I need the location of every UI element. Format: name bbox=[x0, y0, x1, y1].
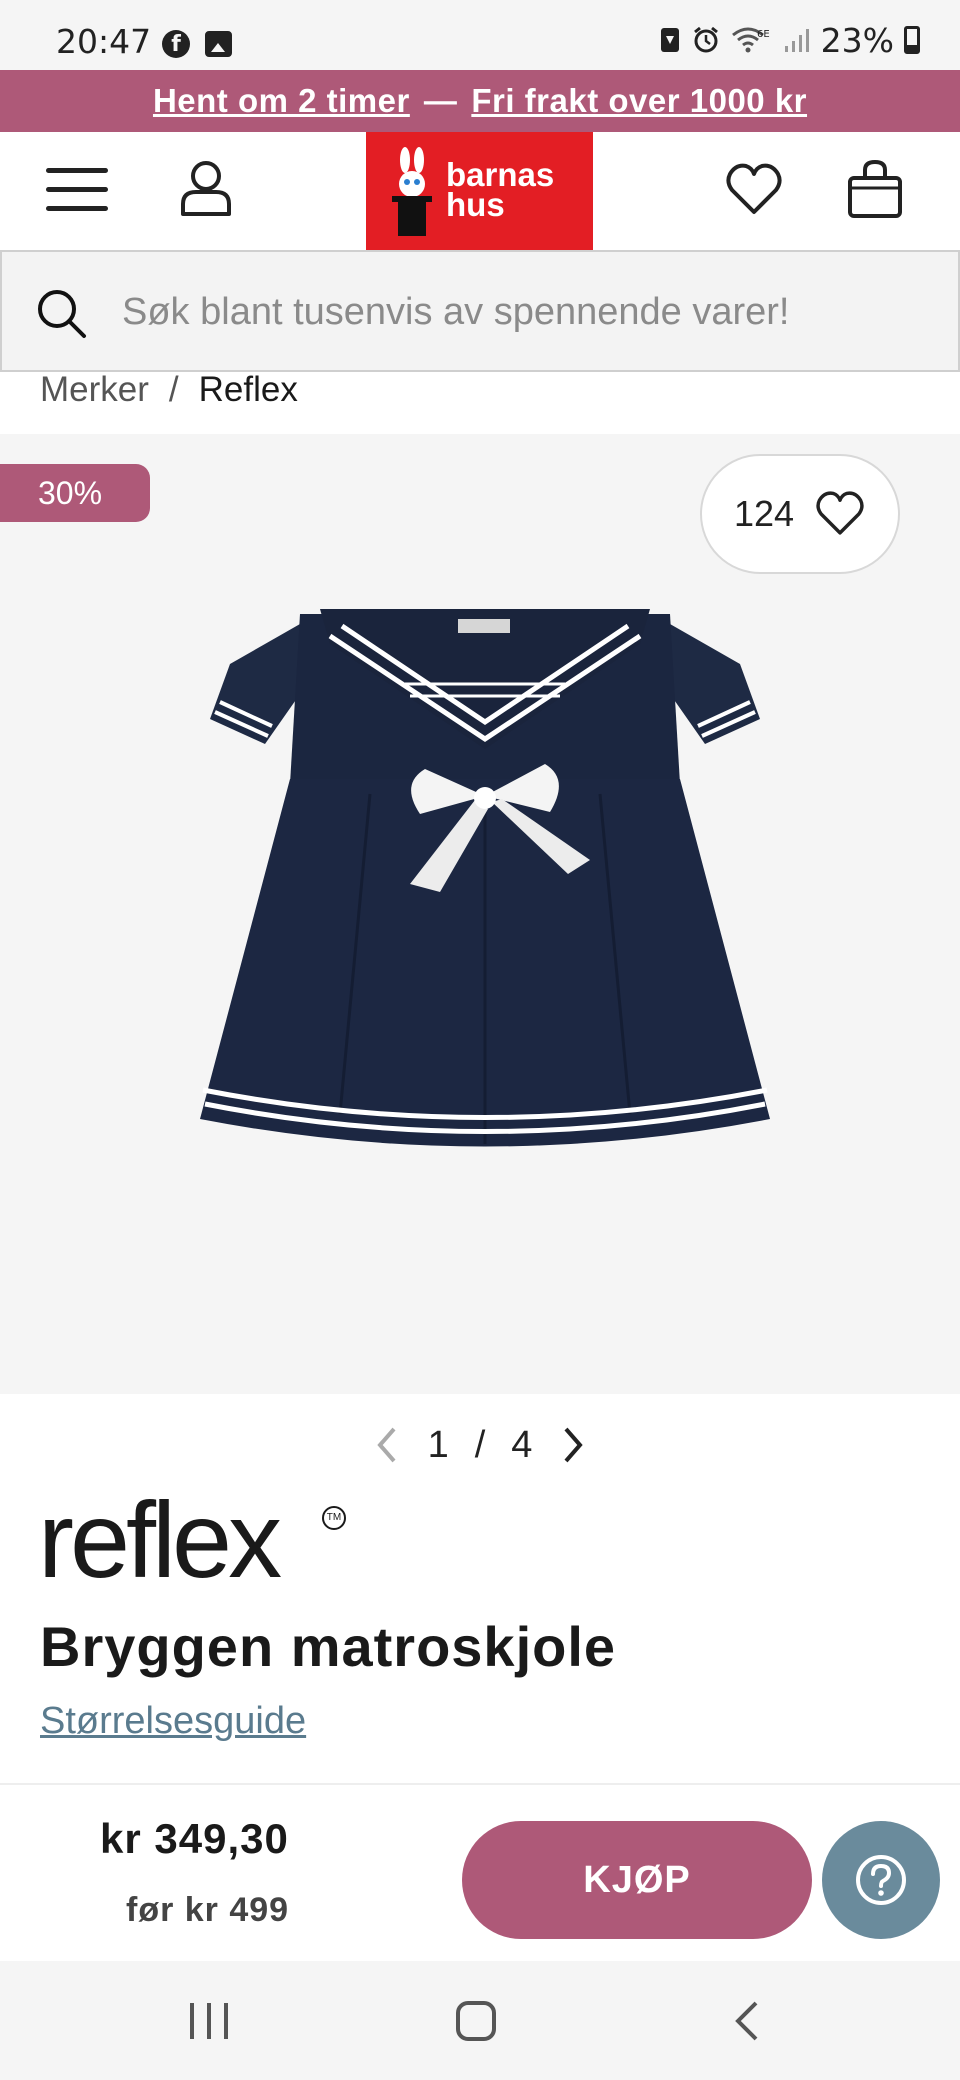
recent-apps-icon[interactable] bbox=[190, 2003, 230, 2039]
buy-bar: kr 349,30 før kr 499 KJØP bbox=[0, 1783, 960, 1961]
trademark-symbol: TM bbox=[322, 1506, 346, 1530]
gallery-pager: 1 / 4 bbox=[0, 1410, 960, 1480]
home-icon[interactable] bbox=[456, 2001, 496, 2041]
previous-price: før kr 499 bbox=[126, 1891, 290, 1929]
system-nav-bar bbox=[0, 1961, 960, 2080]
discount-badge: 30% bbox=[0, 464, 150, 522]
user-icon[interactable] bbox=[178, 158, 234, 218]
breadcrumb-item-merker[interactable]: Merker bbox=[40, 370, 149, 410]
back-icon[interactable] bbox=[732, 1999, 762, 2043]
favorite-button[interactable]: 124 bbox=[700, 454, 900, 574]
pager-total: 4 bbox=[511, 1423, 533, 1466]
status-time: 20:47 bbox=[56, 22, 152, 61]
buy-button[interactable]: KJØP bbox=[462, 1821, 812, 1939]
signal-icon bbox=[784, 29, 809, 52]
storage-icon bbox=[660, 28, 679, 52]
site-logo[interactable]: barnas hus bbox=[366, 132, 593, 250]
breadcrumb-item-reflex[interactable]: Reflex bbox=[199, 370, 298, 410]
bag-icon[interactable] bbox=[846, 158, 904, 220]
chevron-right-icon[interactable] bbox=[558, 1425, 588, 1465]
battery-level: 23% bbox=[820, 20, 894, 60]
heart-icon bbox=[816, 491, 864, 535]
help-button[interactable] bbox=[822, 1821, 940, 1939]
logo-text: barnas hus bbox=[446, 158, 554, 223]
breadcrumb: Merker / Reflex bbox=[40, 370, 298, 410]
promo-shipping-link[interactable]: Fri frakt over 1000 kr bbox=[471, 82, 807, 120]
gallery-icon bbox=[205, 31, 232, 57]
pager-separator: / bbox=[474, 1423, 486, 1466]
search-icon[interactable] bbox=[36, 288, 88, 340]
status-icons: 6E 23% bbox=[659, 20, 920, 60]
svg-text:6E: 6E bbox=[757, 29, 770, 40]
product-image[interactable] bbox=[170, 574, 800, 1214]
wifi-6e-icon: 6E bbox=[731, 27, 770, 53]
pager-current: 1 bbox=[427, 1423, 449, 1466]
brand-logo[interactable]: reflex bbox=[38, 1480, 282, 1600]
current-price: kr 349,30 bbox=[100, 1815, 289, 1862]
breadcrumb-separator: / bbox=[168, 370, 179, 409]
status-bar: 20:47 f 6E 23% bbox=[0, 0, 960, 70]
logo-line-2: hus bbox=[446, 186, 505, 223]
promo-separator: — bbox=[423, 82, 458, 119]
favorite-count: 124 bbox=[733, 493, 795, 534]
help-icon bbox=[856, 1855, 906, 1905]
site-header: barnas hus bbox=[0, 132, 960, 250]
battery-icon bbox=[904, 26, 920, 54]
chevron-left-icon[interactable] bbox=[372, 1425, 402, 1465]
facebook-icon: f bbox=[162, 30, 190, 58]
rabbit-logo-icon bbox=[392, 147, 432, 236]
alarm-icon bbox=[693, 26, 718, 53]
product-gallery[interactable]: 30% 124 bbox=[0, 434, 960, 1394]
product-title: Bryggen matroskjole bbox=[40, 1615, 617, 1678]
promo-bar: Hent om 2 timer — Fri frakt over 1000 kr bbox=[0, 70, 960, 132]
menu-icon[interactable] bbox=[46, 166, 108, 214]
search-bar bbox=[0, 250, 960, 372]
heart-icon[interactable] bbox=[724, 162, 784, 218]
search-input[interactable] bbox=[122, 282, 922, 342]
promo-pickup-link[interactable]: Hent om 2 timer bbox=[153, 82, 410, 120]
size-guide-link[interactable]: Størrelsesguide bbox=[40, 1700, 306, 1743]
